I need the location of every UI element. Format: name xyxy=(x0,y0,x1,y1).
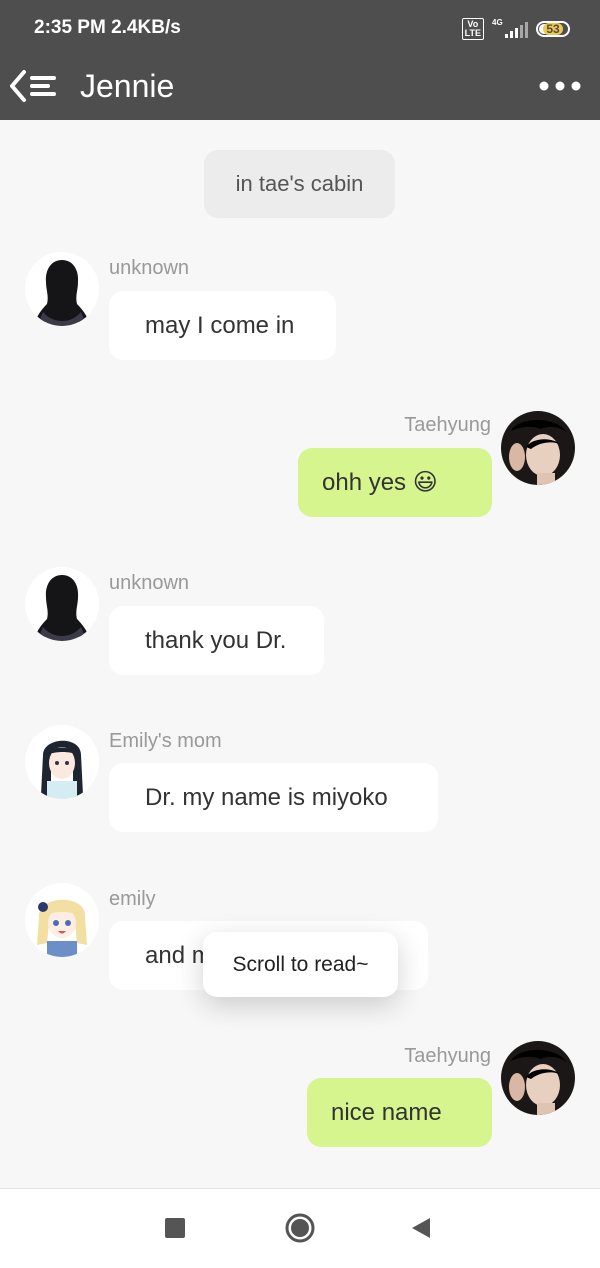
status-icons: Vo LTE 4G 53 xyxy=(461,18,570,40)
battery-level: 53 xyxy=(543,23,563,35)
profile-photo-icon xyxy=(501,411,575,485)
message-bubble[interactable]: thank you Dr. xyxy=(109,606,324,675)
home-button[interactable] xyxy=(285,1213,315,1243)
message-bubble[interactable]: may I come in xyxy=(109,291,336,360)
back-menu-icon xyxy=(10,70,56,102)
nav-back-button[interactable] xyxy=(410,1216,432,1240)
avatar-unknown[interactable] xyxy=(25,252,99,326)
sender-name: Taehyung xyxy=(404,1045,491,1067)
chat-title: Jennie xyxy=(80,68,175,104)
anime-avatar-icon xyxy=(25,725,99,799)
volte-icon: Vo LTE xyxy=(461,18,484,40)
message-bubble[interactable]: ohh yes 😃 xyxy=(298,448,492,517)
back-triangle-icon xyxy=(412,1218,430,1238)
sender-name: Emily's mom xyxy=(109,730,222,752)
battery-icon: 53 xyxy=(536,21,570,37)
back-button[interactable] xyxy=(8,66,60,106)
recents-square-icon[interactable] xyxy=(165,1218,185,1238)
avatar-unknown[interactable] xyxy=(25,567,99,641)
status-time: 2:35 PM 2.4KB/s xyxy=(34,17,181,38)
avatar-taehyung[interactable] xyxy=(501,1041,575,1115)
signal-icon: 4G xyxy=(492,18,528,38)
status-bar: 2:35 PM 2.4KB/s Vo LTE 4G 53 xyxy=(0,0,600,56)
sender-name: unknown xyxy=(109,572,190,594)
message-bubble[interactable]: nice name xyxy=(307,1078,492,1147)
more-button[interactable] xyxy=(538,74,582,98)
silhouette-avatar-icon xyxy=(25,252,99,326)
scene-note: in tae's cabin xyxy=(204,150,395,218)
scroll-to-read-toast[interactable]: Scroll to read~ xyxy=(203,932,398,997)
app-bar: Jennie xyxy=(0,56,600,120)
home-circle-icon xyxy=(285,1213,315,1243)
profile-photo-icon xyxy=(501,1041,575,1115)
silhouette-avatar-icon xyxy=(25,567,99,641)
sender-name: emily xyxy=(109,888,156,910)
message-bubble[interactable]: Dr. my name is miyoko xyxy=(109,763,438,832)
anime-avatar-icon xyxy=(25,883,99,957)
avatar-emily[interactable] xyxy=(25,883,99,957)
system-nav-bar xyxy=(0,1188,600,1268)
avatar-taehyung[interactable] xyxy=(501,411,575,485)
sender-name: Taehyung xyxy=(404,414,491,436)
sender-name: unknown xyxy=(109,257,190,279)
more-dots-icon xyxy=(539,81,581,91)
avatar-emilys-mom[interactable] xyxy=(25,725,99,799)
network-type: 4G xyxy=(492,18,503,27)
